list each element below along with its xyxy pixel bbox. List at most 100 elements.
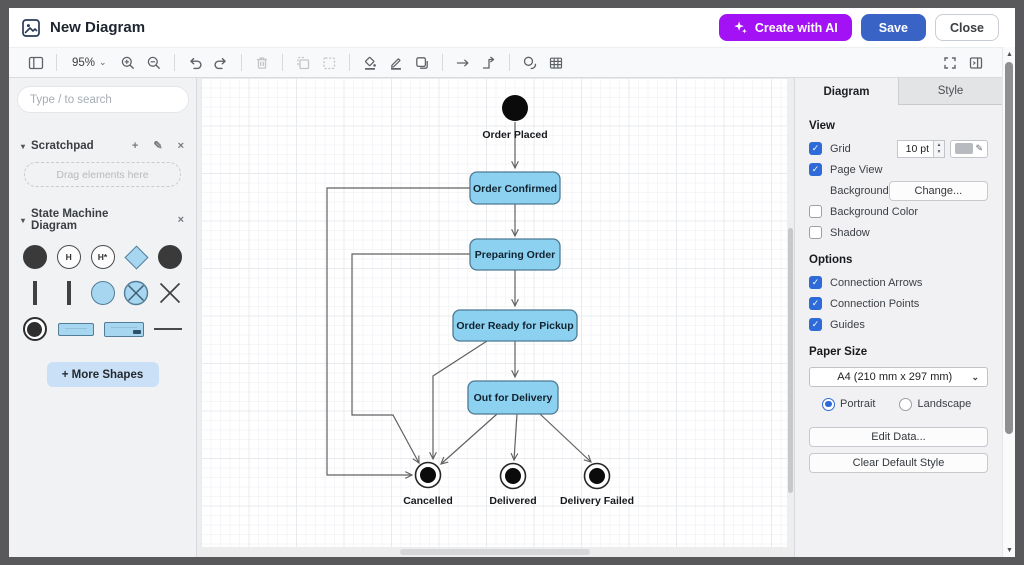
edge-confirmed-to-cancelled[interactable]: [327, 188, 470, 475]
svg-text:Preparing Order: Preparing Order: [475, 249, 556, 261]
scratchpad-add-icon[interactable]: +: [132, 141, 138, 152]
app-window: New Diagram Create with AI Save Close 95…: [9, 8, 1015, 557]
landscape-radio[interactable]: [899, 398, 912, 411]
edge-out-to-failed[interactable]: [540, 414, 591, 462]
shape-simple-state[interactable]: [58, 316, 94, 342]
edge-preparing-to-cancelled[interactable]: [352, 254, 470, 463]
svg-text:Order Placed: Order Placed: [482, 129, 547, 141]
format-panel: Diagram Style View ✓ Grid ▴▾: [794, 78, 1002, 557]
background-color-row: Background Color: [809, 201, 988, 222]
portrait-radio[interactable]: [822, 398, 835, 411]
delete-icon: [249, 51, 275, 75]
node-order-confirmed[interactable]: Order Confirmed: [470, 172, 560, 204]
fullscreen-icon[interactable]: [937, 51, 963, 75]
shape-deep-history[interactable]: H*: [90, 244, 116, 270]
svg-text:Delivered: Delivered: [489, 495, 536, 507]
zoom-level-dropdown[interactable]: 95% ⌄: [64, 57, 115, 69]
grid-color-button[interactable]: ✎: [950, 140, 988, 158]
scratchpad-edit-icon[interactable]: ✎: [153, 141, 162, 152]
tab-style[interactable]: Style: [898, 78, 1002, 105]
grid-row: ✓ Grid ▴▾ ✎: [809, 138, 988, 159]
more-shapes-button[interactable]: + More Shapes: [47, 362, 159, 387]
scroll-up-arrow[interactable]: ▲: [1003, 48, 1015, 60]
chevron-down-icon: ⌄: [971, 372, 979, 383]
shape-flow-final[interactable]: [157, 280, 183, 306]
scratchpad-dropzone[interactable]: Drag elements here: [24, 162, 181, 187]
shape-shallow-history[interactable]: H: [56, 244, 82, 270]
tab-diagram[interactable]: Diagram: [795, 78, 898, 105]
shape-exit-point[interactable]: [123, 280, 149, 306]
window-vertical-scrollbar[interactable]: ▲ ▼: [1002, 47, 1015, 557]
edge-out-to-delivered[interactable]: [514, 414, 517, 460]
toggle-left-panel-icon[interactable]: [23, 51, 49, 75]
sparkle-icon: [733, 20, 748, 35]
paper-size-select[interactable]: A4 (210 mm x 297 mm) ⌄: [809, 367, 988, 387]
connection-points-row: ✓ Connection Points: [809, 293, 988, 314]
waypoint-style-icon[interactable]: [476, 51, 502, 75]
canvas-area[interactable]: Order Placed Order Confirmed Preparing O…: [197, 78, 794, 557]
shape-final-state[interactable]: [22, 316, 48, 342]
pencil-icon: ✎: [975, 143, 983, 154]
background-change-button[interactable]: Change...: [889, 181, 988, 201]
node-order-ready[interactable]: Order Ready for Pickup: [453, 310, 577, 341]
clear-default-style-button[interactable]: Clear Default Style: [809, 453, 988, 473]
search-input[interactable]: [17, 86, 189, 113]
grid-checkbox[interactable]: ✓: [809, 142, 822, 155]
insert-shape-icon[interactable]: [517, 51, 543, 75]
shape-terminate-state[interactable]: [157, 244, 183, 270]
shape-initial-state[interactable]: [22, 244, 48, 270]
guides-checkbox[interactable]: ✓: [809, 318, 822, 331]
node-delivery-failed[interactable]: Delivery Failed: [560, 464, 634, 508]
redo-icon[interactable]: [208, 51, 234, 75]
create-with-ai-button[interactable]: Create with AI: [719, 14, 852, 41]
scratchpad-header[interactable]: ▾ Scratchpad + ✎ ×: [21, 140, 184, 152]
close-button[interactable]: Close: [935, 14, 999, 41]
scrollbar-thumb[interactable]: [1005, 62, 1013, 434]
grid-size-input[interactable]: [897, 140, 933, 158]
drawing-page[interactable]: Order Placed Order Confirmed Preparing O…: [201, 78, 787, 547]
zoom-out-icon[interactable]: [141, 51, 167, 75]
fill-color-icon[interactable]: [357, 51, 383, 75]
canvas-hscroll-track: [197, 547, 794, 557]
undo-icon[interactable]: [182, 51, 208, 75]
edge-out-to-cancelled[interactable]: [441, 414, 497, 464]
insert-table-icon[interactable]: [543, 51, 569, 75]
background-color-checkbox[interactable]: [809, 205, 822, 218]
svg-text:Cancelled: Cancelled: [403, 495, 453, 507]
section-close-icon[interactable]: ×: [178, 215, 184, 226]
copy-icon: [290, 51, 316, 75]
svg-text:Order Ready for Pickup: Order Ready for Pickup: [456, 320, 573, 332]
shadow-checkbox[interactable]: [809, 226, 822, 239]
toggle-format-panel-icon[interactable]: [963, 51, 989, 75]
node-cancelled[interactable]: Cancelled: [403, 463, 453, 508]
shape-entry-point[interactable]: [90, 280, 116, 306]
svg-text:Out for Delivery: Out for Delivery: [474, 392, 553, 404]
node-out-for-delivery[interactable]: Out for Delivery: [468, 381, 558, 414]
edit-data-button[interactable]: Edit Data...: [809, 427, 988, 447]
connection-arrows-checkbox[interactable]: ✓: [809, 276, 822, 289]
shadow-icon[interactable]: [409, 51, 435, 75]
shape-fork-bar[interactable]: [22, 280, 48, 306]
shape-composite-state[interactable]: [104, 316, 144, 342]
connection-style-icon[interactable]: [450, 51, 476, 75]
main-area: ▾ Scratchpad + ✎ × Drag elements here ▾ …: [9, 78, 1002, 557]
canvas-horizontal-scrollbar[interactable]: [400, 549, 590, 555]
canvas-vertical-scrollbar[interactable]: [788, 228, 793, 493]
paper-size-section-title: Paper Size: [809, 346, 988, 358]
zoom-in-icon[interactable]: [115, 51, 141, 75]
page-view-checkbox[interactable]: ✓: [809, 163, 822, 176]
save-button[interactable]: Save: [861, 14, 926, 41]
shape-transition-line[interactable]: [154, 316, 183, 342]
node-delivered[interactable]: Delivered: [489, 464, 536, 508]
scratchpad-close-icon[interactable]: ×: [178, 141, 184, 152]
node-start[interactable]: Order Placed: [482, 95, 547, 141]
state-machine-section-header[interactable]: ▾ State Machine Diagram ×: [21, 208, 184, 232]
line-color-icon[interactable]: [383, 51, 409, 75]
shape-join-bar[interactable]: [56, 280, 82, 306]
node-preparing-order[interactable]: Preparing Order: [470, 239, 560, 270]
scroll-down-arrow[interactable]: ▼: [1003, 544, 1015, 556]
connection-points-checkbox[interactable]: ✓: [809, 297, 822, 310]
shape-choice[interactable]: [123, 244, 149, 270]
grid-size-stepper[interactable]: ▴▾: [933, 140, 945, 158]
background-row: Background Change...: [809, 180, 988, 201]
